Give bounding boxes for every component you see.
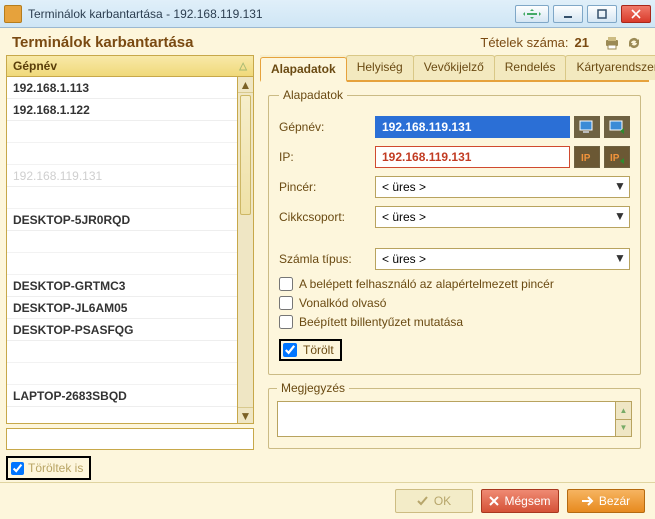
sort-icon: △ [239, 61, 247, 72]
dialog-footer: OK Mégsem Bezár [0, 482, 655, 519]
deleted-label: Törölt [303, 343, 334, 357]
cancel-label: Mégsem [504, 494, 550, 508]
list-item[interactable] [7, 121, 237, 143]
window-minimize-button[interactable] [553, 5, 583, 23]
svg-text:IP: IP [581, 153, 591, 164]
list-item[interactable]: DESKTOP-JL6AM05 [7, 297, 237, 319]
deleted-checkbox[interactable]: Törölt [279, 339, 342, 361]
tab-kartyarendszer[interactable]: Kártyarendszer [565, 55, 655, 80]
list-scrollbar[interactable]: ▲ ▼ [238, 77, 254, 424]
ok-label: OK [434, 494, 451, 508]
terminal-list[interactable]: 192.168.1.113 192.168.1.122 192.168.119.… [6, 77, 238, 424]
svg-text:IP: IP [610, 153, 620, 164]
scroll-track[interactable] [238, 93, 253, 407]
scroll-down-icon[interactable]: ▼ [615, 420, 631, 437]
refresh-icon[interactable] [625, 35, 643, 51]
check-icon [417, 495, 429, 507]
list-item[interactable] [7, 187, 237, 209]
szamlatipus-select[interactable] [375, 248, 630, 270]
pincer-select[interactable] [375, 176, 630, 198]
default-pincer-label: A belépett felhasználó az alapértelmezet… [299, 277, 554, 291]
ip-lookup-button[interactable]: IP [574, 146, 600, 168]
list-column-label: Gépnév [13, 59, 57, 73]
detail-pane: Alapadatok Helyiség Vevőkijelző Rendelés… [260, 55, 649, 480]
keyboard-label: Beépített billentyűzet mutatása [299, 315, 463, 329]
gepnev-label: Gépnév: [279, 120, 375, 134]
ok-button[interactable]: OK [395, 489, 473, 513]
window-move-button[interactable] [515, 5, 549, 23]
megjegyzes-textarea[interactable] [277, 401, 632, 437]
default-pincer-checkbox[interactable]: A belépett felhasználó az alapértelmezet… [279, 277, 630, 291]
show-deleted-check-icon[interactable] [11, 462, 24, 475]
terminal-list-pane: Gépnév △ 192.168.1.113 192.168.1.122 192… [6, 55, 254, 480]
list-item[interactable]: 192.168.1.113 [7, 77, 237, 99]
barcode-checkbox[interactable]: Vonalkód olvasó [279, 296, 630, 310]
list-item[interactable] [7, 363, 237, 385]
window-maximize-button[interactable] [587, 5, 617, 23]
ip-refresh-button[interactable]: IP [604, 146, 630, 168]
list-item[interactable] [7, 143, 237, 165]
print-icon[interactable] [603, 35, 621, 51]
checkbox-icon[interactable] [279, 315, 293, 329]
szamlatipus-label: Számla típus: [279, 252, 375, 266]
gepnev-refresh-button[interactable] [604, 116, 630, 138]
list-item[interactable] [7, 341, 237, 363]
scroll-up-button[interactable]: ▲ [238, 77, 253, 93]
scroll-thumb[interactable] [240, 95, 251, 215]
cikkcsoport-label: Cikkcsoport: [279, 210, 375, 224]
tabstrip: Alapadatok Helyiség Vevőkijelző Rendelés… [260, 55, 649, 82]
cikkcsoport-select[interactable] [375, 206, 630, 228]
list-item[interactable]: 192.168.119.131 [7, 165, 237, 187]
list-item[interactable]: LAPTOP-2683SBQD [7, 385, 237, 407]
barcode-label: Vonalkód olvasó [299, 296, 386, 310]
items-count-label: Tételek száma: [480, 35, 568, 50]
page-header: Terminálok karbantartása Tételek száma: … [0, 28, 655, 55]
scroll-down-button[interactable]: ▼ [238, 407, 253, 423]
ip-input[interactable] [375, 146, 570, 168]
close-button[interactable]: Bezár [567, 489, 645, 513]
window-title: Terminálok karbantartása - 192.168.119.1… [28, 7, 263, 21]
alapadatok-legend: Alapadatok [279, 88, 347, 102]
textarea-scroll[interactable]: ▲ ▼ [615, 402, 631, 436]
app-icon [4, 5, 22, 23]
gepnev-lookup-button[interactable] [574, 116, 600, 138]
show-deleted-label: Töröltek is [28, 461, 83, 475]
close-label: Bezár [599, 494, 630, 508]
checkbox-icon[interactable] [283, 343, 297, 357]
tab-vevokijelzo[interactable]: Vevőkijelző [413, 55, 495, 80]
list-item[interactable]: DESKTOP-PSASFQG [7, 319, 237, 341]
list-item[interactable] [7, 231, 237, 253]
page-title: Terminálok karbantartása [12, 34, 193, 51]
titlebar: Terminálok karbantartása - 192.168.119.1… [0, 0, 655, 28]
arrow-right-icon [582, 496, 594, 506]
keyboard-checkbox[interactable]: Beépített billentyűzet mutatása [279, 315, 630, 329]
items-count-value: 21 [575, 35, 589, 50]
show-deleted-checkbox[interactable]: Töröltek is [6, 456, 91, 480]
tab-rendeles[interactable]: Rendelés [494, 55, 567, 80]
megjegyzes-group: Megjegyzés ▲ ▼ [268, 381, 641, 449]
gepnev-input[interactable] [375, 116, 570, 138]
list-item[interactable]: 192.168.1.122 [7, 99, 237, 121]
alapadatok-group: Alapadatok Gépnév: IP: [268, 88, 641, 375]
list-column-header[interactable]: Gépnév △ [6, 55, 254, 77]
x-icon [489, 496, 499, 506]
list-filter-input[interactable] [6, 428, 254, 450]
list-item[interactable] [7, 253, 237, 275]
pincer-label: Pincér: [279, 180, 375, 194]
scroll-up-icon[interactable]: ▲ [615, 402, 631, 420]
checkbox-icon[interactable] [279, 296, 293, 310]
megjegyzes-legend: Megjegyzés [277, 381, 349, 395]
ip-label: IP: [279, 150, 375, 164]
list-item[interactable]: DESKTOP-5JR0RQD [7, 209, 237, 231]
list-item[interactable]: DESKTOP-GRTMC3 [7, 275, 237, 297]
tab-helyiseg[interactable]: Helyiség [346, 55, 414, 80]
tab-alapadatok[interactable]: Alapadatok [260, 57, 347, 82]
window-close-button[interactable] [621, 5, 651, 23]
checkbox-icon[interactable] [279, 277, 293, 291]
cancel-button[interactable]: Mégsem [481, 489, 559, 513]
